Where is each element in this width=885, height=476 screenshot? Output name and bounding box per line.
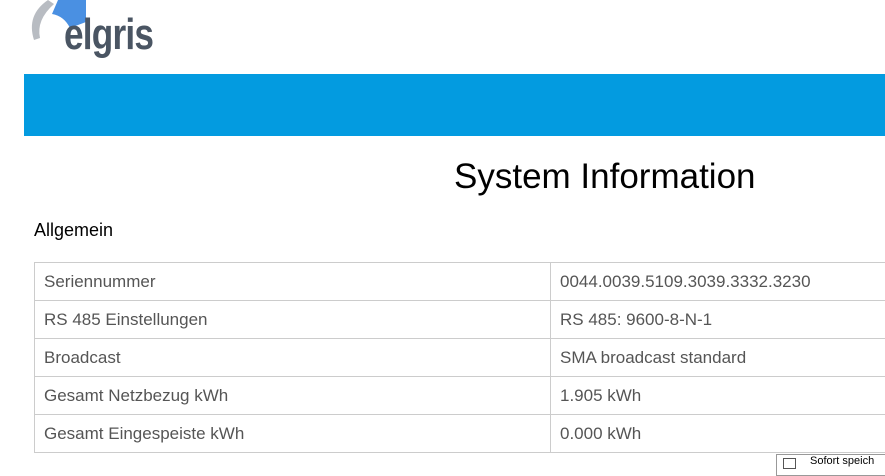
save-option-popup[interactable]: Sofort speich [776,454,885,476]
table-row: Gesamt Eingespeiste kWh0.000 kWh [35,415,885,453]
header-banner [24,74,885,136]
cell-label: Gesamt Netzbezug kWh [35,377,551,415]
cell-label: RS 485 Einstellungen [35,301,551,339]
elgris-logo: elgris [26,0,166,64]
section-title: Allgemein [34,220,113,241]
cell-value: RS 485: 9600-8-N-1 [551,301,885,339]
cell-value: 0.000 kWh [551,415,885,453]
cell-label: Gesamt Eingespeiste kWh [35,415,551,453]
table-row: Gesamt Netzbezug kWh1.905 kWh [35,377,885,415]
popup-label: Sofort speich [810,455,874,467]
info-table: Seriennummer0044.0039.5109.3039.3332.323… [34,262,885,453]
cell-label: Seriennummer [35,263,551,301]
table-row: RS 485 EinstellungenRS 485: 9600-8-N-1 [35,301,885,339]
cell-value: SMA broadcast standard [551,339,885,377]
cell-label: Broadcast [35,339,551,377]
table-row: BroadcastSMA broadcast standard [35,339,885,377]
page-title: System Information [454,157,756,197]
cell-value: 1.905 kWh [551,377,885,415]
table-row: Seriennummer0044.0039.5109.3039.3332.323… [35,263,885,301]
cell-value: 0044.0039.5109.3039.3332.3230 [551,263,885,301]
